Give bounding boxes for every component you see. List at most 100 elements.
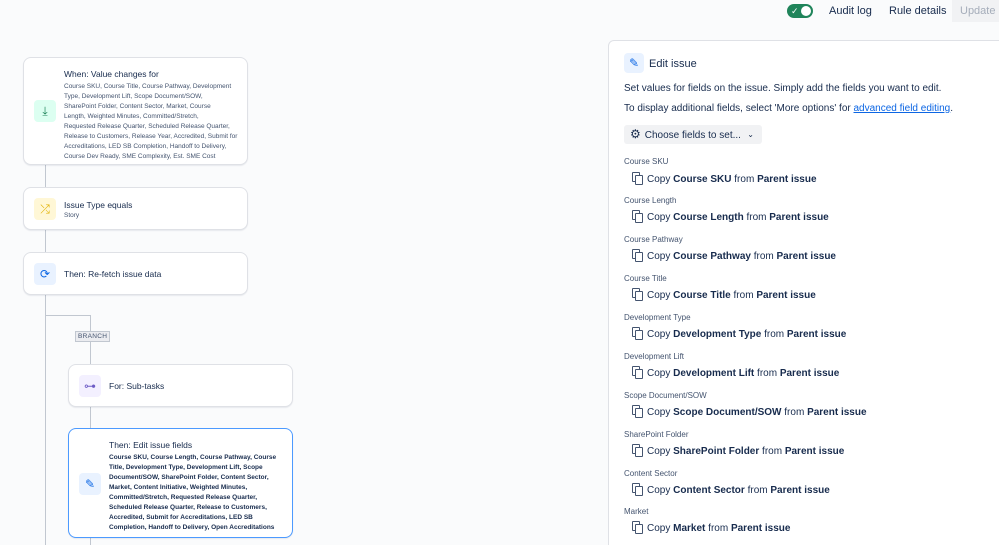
trigger-fields-line: Release to Customers, Release Year, Accr… [64, 133, 238, 140]
copy-icon [632, 288, 643, 301]
field-copy-row[interactable]: Copy Market from Parent issue [632, 521, 790, 536]
field-copy-row[interactable]: Copy Scope Document/SOW from Parent issu… [632, 405, 867, 420]
panel-description: Set values for fields on the issue. Simp… [624, 83, 942, 94]
field-name: Course Title [673, 290, 731, 301]
from-word: from [762, 446, 783, 457]
branch-subtasks-node[interactable]: ⊶ For: Sub-tasks [68, 364, 293, 407]
update-button[interactable]: Update [952, 0, 999, 22]
edit-node-fields-line: Completion, Handoff to Delivery, Open Ac… [109, 524, 275, 531]
field-name: SharePoint Folder [673, 446, 760, 457]
trigger-fields-line: Requested Release Quarter, Scheduled Rel… [64, 123, 230, 130]
connector-line [45, 165, 46, 187]
trigger-node[interactable]: ⤓ When: Value changes for Course SKU, Co… [23, 57, 248, 165]
connector-line [90, 538, 91, 545]
field-copy-row[interactable]: Copy Course Pathway from Parent issue [632, 249, 836, 264]
condition-title: Issue Type equals [64, 200, 133, 210]
copy-word: Copy [647, 485, 671, 496]
from-word: from [757, 368, 778, 379]
field-copy-row[interactable]: Copy Course SKU from Parent issue [632, 172, 817, 187]
copy-icon [632, 444, 643, 457]
edit-node-fields-line: Title, Development Type, Development Lif… [109, 464, 263, 471]
edit-node-fields-line: Scheduled Release Quarter, Release to Cu… [109, 504, 267, 511]
edit-node-fields-line: Document/SOW, SharePoint Folder, Content… [109, 474, 269, 481]
trigger-fields-line: Accreditations, LED SB Completion, Hando… [64, 143, 227, 150]
gear-icon: ⚙ [630, 127, 641, 141]
field-label: Course Title [624, 274, 667, 283]
field-label: Content Sector [624, 469, 678, 478]
field-label: Development Lift [624, 352, 685, 361]
panel-title: Edit issue [649, 58, 697, 70]
field-label: Course SKU [624, 157, 669, 166]
trigger-fields-line: Course Dev Ready, SME Complexity, Est. S… [64, 153, 216, 160]
copy-icon [632, 405, 643, 418]
choose-fields-dropdown[interactable]: ⚙ Choose fields to set... ⌄ [624, 125, 762, 144]
rule-details-button[interactable]: Rule details [889, 3, 946, 19]
connector-line [90, 407, 91, 428]
copy-word: Copy [647, 407, 671, 418]
check-icon: ✓ [791, 6, 799, 16]
field-label: SharePoint Folder [624, 430, 689, 439]
condition-value: Story [64, 212, 80, 219]
edit-node-title: Then: Edit issue fields [109, 440, 193, 450]
trigger-title: When: Value changes for [64, 69, 159, 79]
refresh-icon: ⟳ [34, 263, 56, 285]
from-word: from [764, 329, 785, 340]
from-word: from [746, 212, 767, 223]
copy-source: Parent issue [769, 212, 829, 223]
refetch-node[interactable]: ⟳ Then: Re-fetch issue data [23, 252, 248, 295]
field-name: Market [673, 523, 706, 534]
branch-connector [45, 315, 90, 316]
copy-word: Copy [647, 251, 671, 262]
edit-node-fields-line: Accredited, Submit for Accreditations, L… [109, 514, 253, 521]
field-label: Scope Document/SOW [624, 391, 707, 400]
edit-node-fields-line: Course SKU, Course Length, Course Pathwa… [109, 454, 277, 461]
trigger-fields-line: SharePoint Folder, Content Sector, Marke… [64, 103, 211, 110]
pencil-icon: ✎ [79, 473, 101, 495]
field-name: Development Lift [673, 368, 755, 379]
field-name: Content Sector [673, 485, 745, 496]
edit-issue-node[interactable]: ✎ Then: Edit issue fields Course SKU, Co… [68, 428, 293, 538]
field-copy-row[interactable]: Copy Development Lift from Parent issue [632, 366, 839, 381]
from-word: from [734, 174, 755, 185]
advanced-field-editing-link[interactable]: advanced field editing [854, 103, 951, 114]
field-name: Course Pathway [673, 251, 751, 262]
copy-word: Copy [647, 368, 671, 379]
pencil-icon: ✎ [624, 53, 644, 73]
copy-word: Copy [647, 329, 671, 340]
connector-line [45, 295, 46, 545]
copy-word: Copy [647, 523, 671, 534]
copy-icon [632, 366, 643, 379]
top-bar: ✓ Audit log Rule details Update [0, 0, 999, 24]
condition-node[interactable]: ⤮ Issue Type equals Story [23, 187, 248, 230]
copy-source: Parent issue [807, 407, 867, 418]
trigger-fields-line: Course SKU, Course Title, Course Pathway… [64, 83, 232, 90]
field-label: Course Pathway [624, 235, 683, 244]
edit-node-fields-line: Market, Content Initiative, Weighted Min… [109, 484, 248, 491]
field-name: Course Length [673, 212, 744, 223]
copy-word: Copy [647, 290, 671, 301]
copy-source: Parent issue [779, 368, 840, 379]
field-name: Development Type [673, 329, 762, 340]
advanced-hint-suffix: . [950, 103, 954, 114]
from-word: from [753, 251, 774, 262]
field-copy-row[interactable]: Copy Course Length from Parent issue [632, 210, 829, 225]
audit-log-button[interactable]: Audit log [829, 3, 872, 19]
copy-source: Parent issue [776, 251, 836, 262]
from-word: from [733, 290, 754, 301]
from-word: from [784, 407, 805, 418]
edit-node-fields-line: Committed/Stretch, Requested Release Qua… [109, 494, 258, 501]
rule-enabled-toggle[interactable]: ✓ [787, 4, 813, 18]
panel-advanced-hint: To display additional fields, select 'Mo… [624, 103, 953, 114]
download-arrow-icon: ⤓ [34, 100, 56, 122]
field-copy-row[interactable]: Copy Development Type from Parent issue [632, 327, 846, 342]
copy-icon [632, 327, 643, 340]
field-copy-row[interactable]: Copy SharePoint Folder from Parent issue [632, 444, 844, 459]
refetch-title: Then: Re-fetch issue data [64, 269, 162, 279]
copy-icon [632, 210, 643, 223]
connector-line [45, 230, 46, 252]
copy-word: Copy [647, 174, 671, 185]
from-word: from [747, 485, 768, 496]
field-copy-row[interactable]: Copy Course Title from Parent issue [632, 288, 816, 303]
field-copy-row[interactable]: Copy Content Sector from Parent issue [632, 483, 830, 498]
advanced-hint-text: To display additional fields, select 'Mo… [624, 103, 854, 114]
